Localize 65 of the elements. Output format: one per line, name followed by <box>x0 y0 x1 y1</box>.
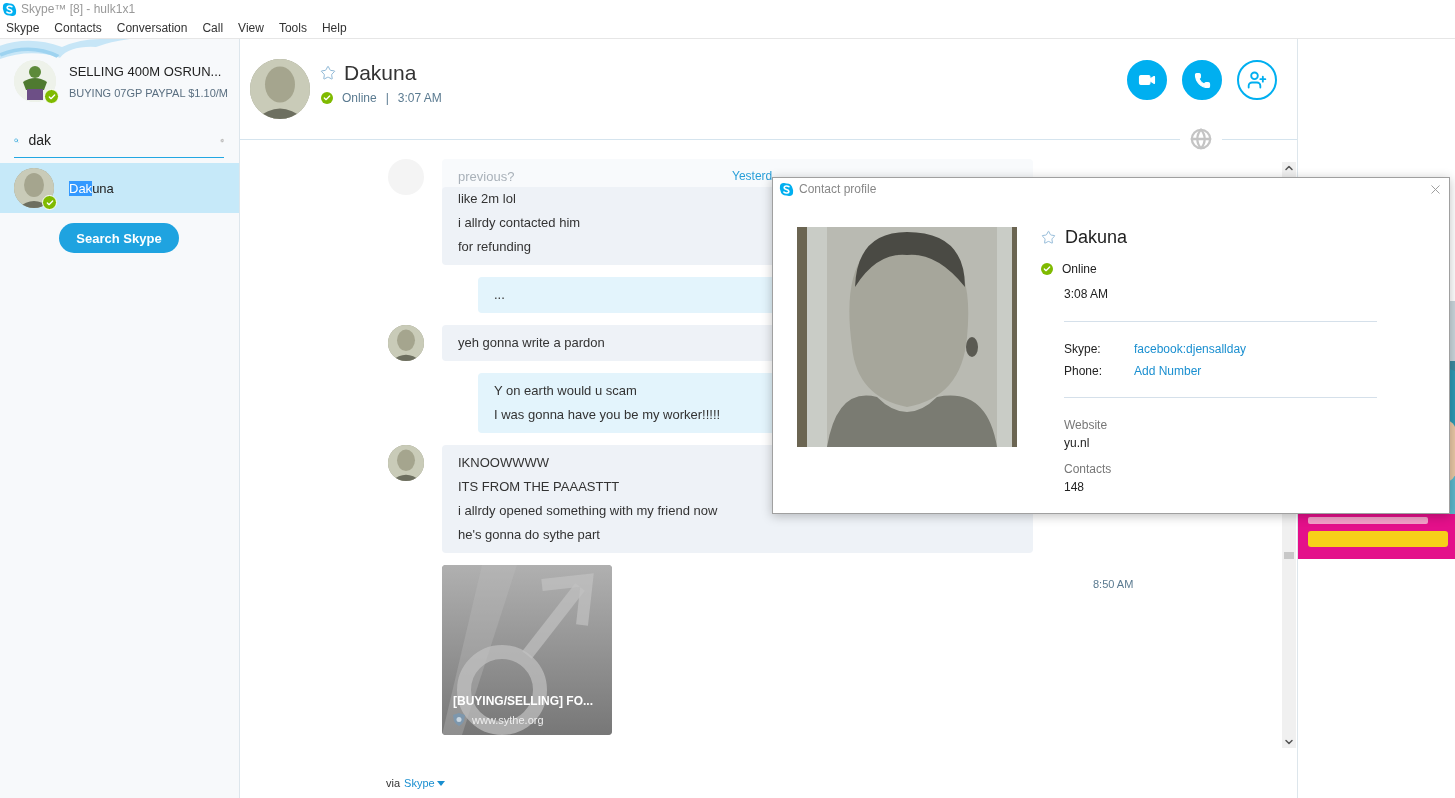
avatar <box>14 168 54 208</box>
message-text: yeh gonna write a pardon <box>458 334 605 352</box>
call-button[interactable] <box>1182 60 1222 100</box>
service-link[interactable]: Skype <box>404 777 445 789</box>
window-title: Skype™ [8] - hulk1x1 <box>21 2 136 16</box>
menu-item[interactable]: Tools <box>278 21 307 35</box>
field-link[interactable]: Add Number <box>1134 364 1377 378</box>
menu-item[interactable]: Call <box>202 21 224 35</box>
menu-item[interactable]: Conversation <box>116 21 188 35</box>
dialog-title: Contact profile <box>799 182 878 196</box>
avatar <box>388 445 424 481</box>
link-title: [BUYING/SELLING] FO... <box>453 694 593 708</box>
detail-label: Website <box>1064 418 1109 432</box>
phone-icon <box>1193 71 1211 89</box>
local-time: 3:07 AM <box>397 91 442 105</box>
video-call-button[interactable] <box>1127 60 1167 100</box>
scroll-thumb[interactable] <box>1284 552 1294 559</box>
message-text: i allrdy opened something with my friend now <box>458 502 718 520</box>
message-text: previous? <box>458 168 515 186</box>
status-text: Online <box>342 91 377 105</box>
favorite-star-icon[interactable] <box>320 65 336 81</box>
globe-icon[interactable] <box>1190 128 1212 150</box>
message-time: Yesterd <box>732 169 773 183</box>
contact-item[interactable]: Dakuna <box>0 163 239 213</box>
message-text: IKNOOWWWW <box>458 454 549 472</box>
avatar <box>250 59 310 119</box>
mood-message[interactable]: BUYING 07GP PAYPAL $1.10/M <box>69 86 228 99</box>
field-link[interactable]: facebook:djensallday <box>1134 342 1377 356</box>
message-text: i allrdy contacted him <box>458 214 581 232</box>
message-text: ITS FROM THE PAAASTTT <box>458 478 620 496</box>
field-label: Skype: <box>1064 342 1102 356</box>
avatar <box>388 325 424 361</box>
link-site: www.sythe.org <box>472 713 544 726</box>
separator: | <box>385 91 389 105</box>
contact-name: Dakuna <box>344 61 417 85</box>
contact-name: Dakuna <box>69 180 114 196</box>
logo-icon <box>779 181 794 197</box>
status-text: Online <box>1062 262 1097 276</box>
menu-item[interactable]: Contacts <box>54 21 102 35</box>
menu-item[interactable]: Help <box>321 21 347 35</box>
message-text: like 2m lol <box>458 190 516 208</box>
local-time: 3:08 AM <box>1064 287 1110 301</box>
profile-name[interactable]: SELLING 400M OSRUN... <box>69 63 228 79</box>
menu-item[interactable]: Skype <box>6 21 40 35</box>
message-text: ... <box>494 286 505 304</box>
message-text: I was gonna have you be my worker!!!!! <box>494 406 721 424</box>
message-time: 8:50 AM <box>1093 578 1134 590</box>
message-text: for refunding <box>458 238 531 256</box>
contact-name: Dakuna <box>1065 227 1128 248</box>
detail-value: 148 <box>1064 480 1086 494</box>
message-text: he's gonna do sythe part <box>458 526 600 544</box>
search-field[interactable]: dak <box>28 132 210 148</box>
detail-label: Contacts <box>1064 462 1113 476</box>
add-person-icon <box>1247 70 1267 90</box>
link-preview-card[interactable]: [BUYING/SELLING] FO... www.sythe.org <box>442 565 612 735</box>
add-contact-button[interactable] <box>1237 60 1277 100</box>
shield-icon <box>453 713 465 726</box>
avatar[interactable] <box>14 60 56 102</box>
menu-item[interactable]: View <box>238 21 264 35</box>
message-text: Y on earth would u scam <box>494 382 637 400</box>
favorite-star-icon[interactable] <box>1041 230 1056 245</box>
detail-value: yu.nl <box>1064 436 1091 450</box>
via-label: via <box>386 777 401 789</box>
caret-icon <box>436 780 445 786</box>
field-label: Phone: <box>1064 364 1104 378</box>
